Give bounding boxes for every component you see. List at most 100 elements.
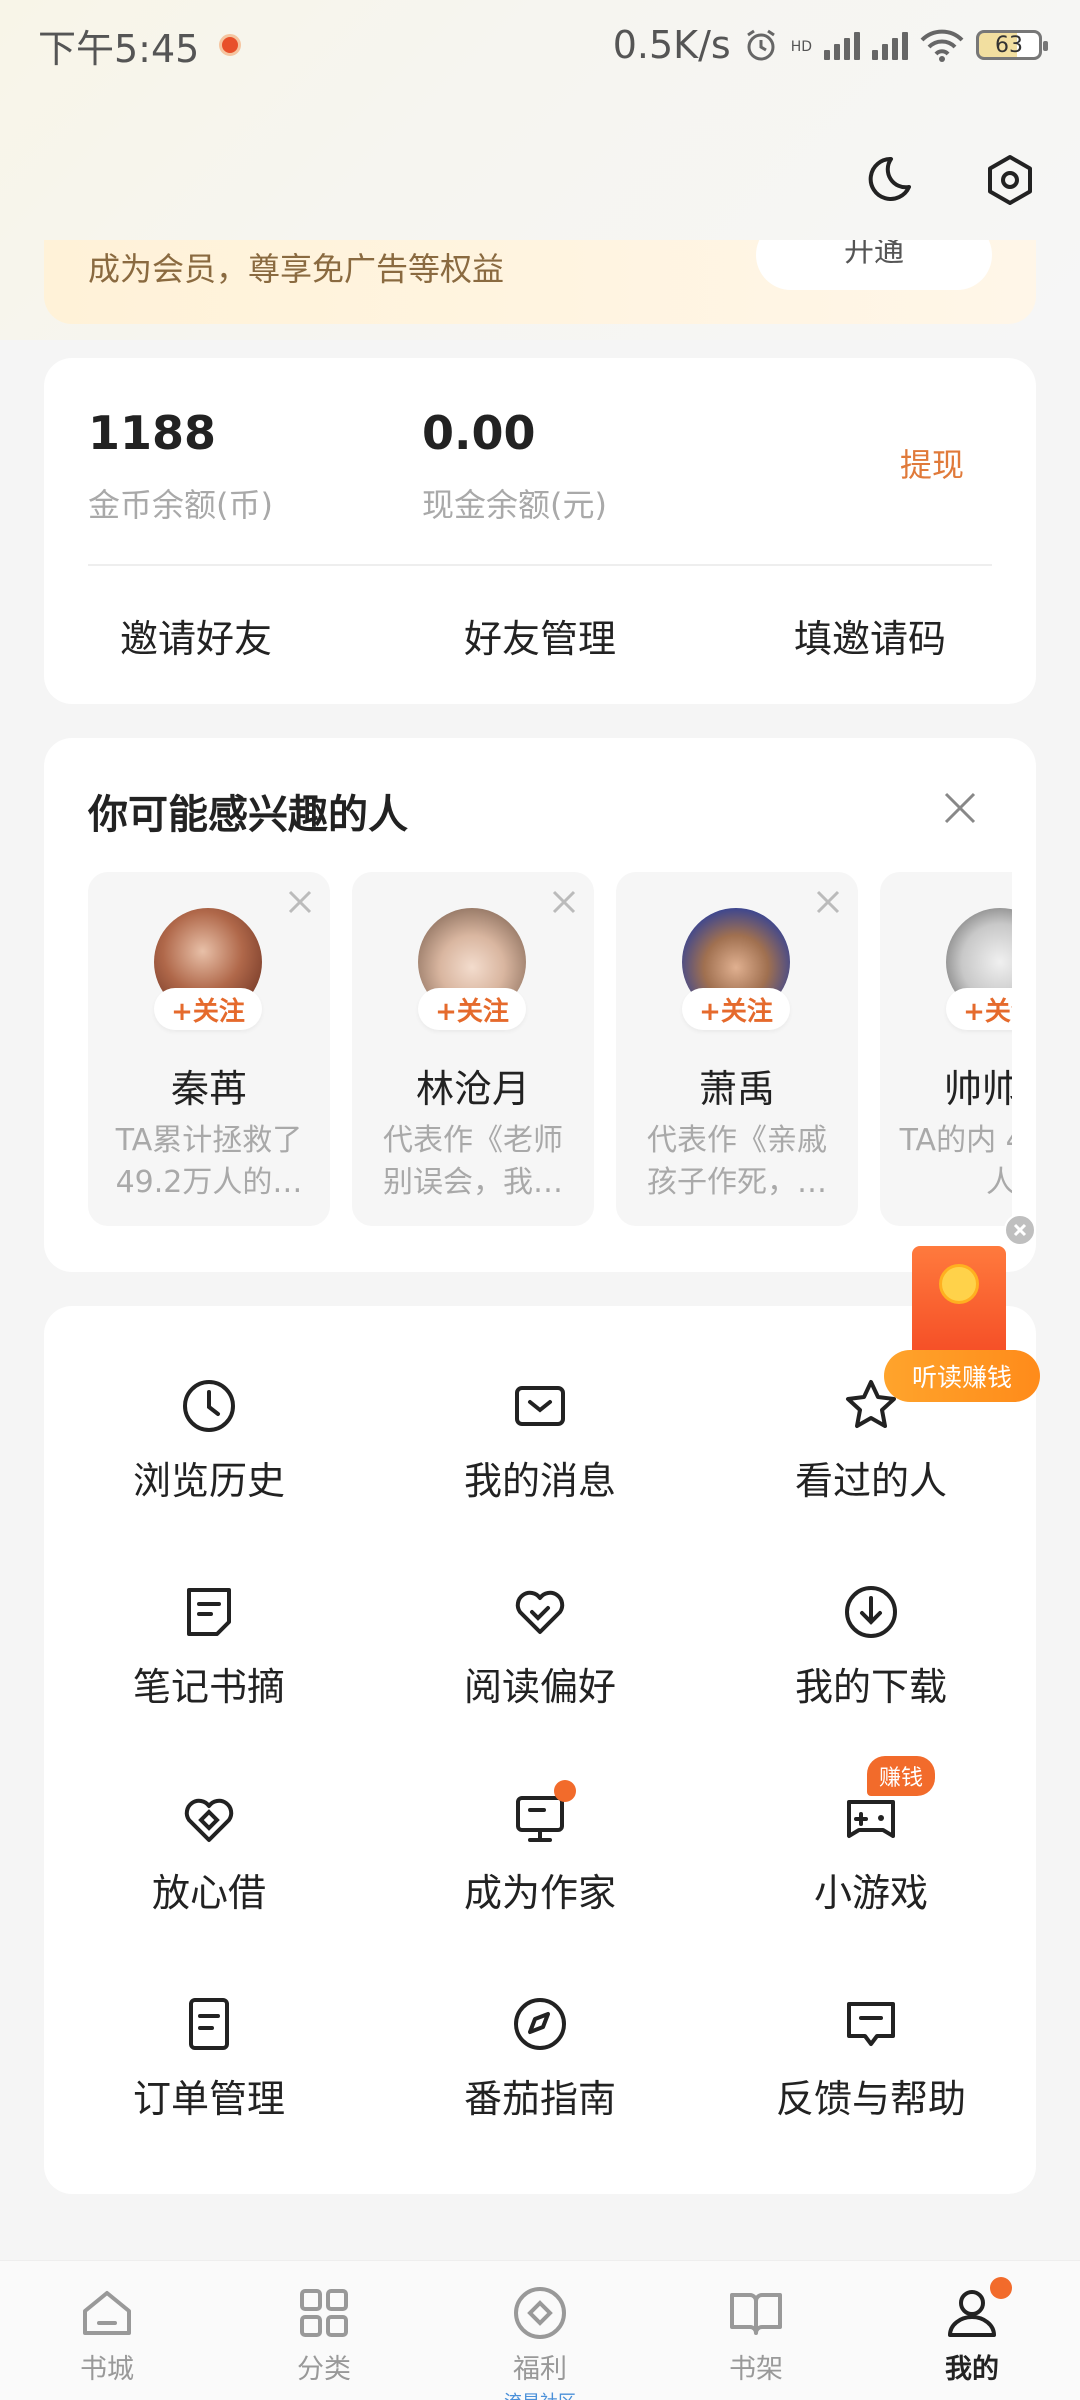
menu-item-mini-games[interactable]: 赚钱 小游戏 xyxy=(706,1756,1036,1917)
tab-label: 我的 xyxy=(945,2354,999,2385)
menu-item-label: 小游戏 xyxy=(813,1871,928,1915)
people-carousel[interactable]: +关注 秦苒 TA累计拯救了49.2万人的… +关注 林沧月 代表作《老师别误会… xyxy=(88,872,1012,1232)
enter-invite-code-button[interactable]: 填邀请码 xyxy=(720,608,1020,663)
red-envelope-icon xyxy=(912,1246,1006,1366)
menu-item-loan[interactable]: 放心借 xyxy=(44,1788,374,1917)
menu-item-become-writer[interactable]: 成为作家 xyxy=(375,1780,705,1917)
person-card[interactable]: +关注 萧禹 代表作《亲戚孩子作死，… xyxy=(616,872,858,1226)
tab-mine[interactable]: 我的 xyxy=(897,2277,1047,2386)
person-name: 秦苒 xyxy=(170,1067,247,1111)
signal-icon-2 xyxy=(872,30,908,60)
coin-icon xyxy=(510,2283,570,2343)
person-card[interactable]: +关注 秦苒 TA累计拯救了49.2万人的… xyxy=(88,872,330,1226)
menu-item-label: 成为作家 xyxy=(463,1871,616,1915)
tab-category[interactable]: 分类 xyxy=(249,2283,399,2386)
menu-item-downloads[interactable]: 我的下载 xyxy=(706,1582,1036,1711)
bottom-tab-bar: 书城 分类 福利 流星社区 书架 我的 xyxy=(0,2260,1080,2400)
tab-bookstore[interactable]: 书城 xyxy=(32,2283,182,2386)
menu-item-label: 放心借 xyxy=(151,1871,266,1915)
follow-button[interactable]: +关注 xyxy=(418,988,526,1030)
note-icon xyxy=(179,1582,239,1642)
app-notification-icon xyxy=(219,34,242,56)
suggested-people-card: 你可能感兴趣的人 +关注 秦苒 TA累计拯救了49.2万人的… +关注 林沧月 … xyxy=(44,738,1036,1272)
status-right: 0.5K/s HD 63 xyxy=(612,23,1048,67)
order-icon xyxy=(179,1994,239,2054)
dismiss-icon[interactable] xyxy=(286,888,314,916)
alarm-icon xyxy=(746,29,775,61)
menu-item-label: 我的消息 xyxy=(463,1459,616,1503)
settings-icon[interactable] xyxy=(980,150,1040,210)
person-desc: TA累计拯救了49.2万人的… xyxy=(115,1123,303,1200)
tab-welfare[interactable]: 福利 流星社区 xyxy=(465,2283,615,2400)
wallet-card: 1188 金币余额(币) 0.00 现金余额(元) 提现 邀请好友 好友管理 填… xyxy=(44,358,1036,704)
menu-item-notes[interactable]: 笔记书摘 xyxy=(44,1582,374,1711)
header-actions xyxy=(858,150,1040,210)
menu-item-guide[interactable]: 番茄指南 xyxy=(375,1994,705,2123)
tab-label: 分类 xyxy=(297,2354,351,2385)
cash-balance-label: 现金余额(元) xyxy=(422,486,607,524)
person-name: 萧禹 xyxy=(698,1067,775,1111)
cash-balance-value[interactable]: 0.00 xyxy=(422,406,536,460)
listen-earn-label[interactable]: 听读赚钱 xyxy=(884,1350,1040,1402)
dismiss-icon[interactable] xyxy=(550,888,578,916)
menu-item-reading-pref[interactable]: 阅读偏好 xyxy=(375,1582,705,1711)
message-icon xyxy=(510,1376,570,1436)
network-speed: 0.5K/s xyxy=(612,23,731,67)
withdraw-link[interactable]: 提现 xyxy=(900,440,964,486)
monitor-icon xyxy=(510,1780,576,1848)
person-desc: 代表作《亲戚孩子作死，… xyxy=(647,1123,827,1200)
hd-indicator: HD xyxy=(790,39,812,55)
status-bar: 下午5:45 0.5K/s HD 63 xyxy=(0,0,1080,90)
menu-item-messages[interactable]: 我的消息 xyxy=(375,1376,705,1505)
person-name: 林沧月 xyxy=(415,1067,530,1111)
tools-menu-card: 浏览历史 我的消息 看过的人 笔记书摘 阅读偏好 我的下载 放心借 成为作家 赚… xyxy=(44,1306,1036,2194)
follow-button[interactable]: +关注 xyxy=(682,988,790,1030)
notification-dot xyxy=(990,2277,1012,2299)
home-icon xyxy=(77,2283,137,2343)
tab-bookshelf[interactable]: 书架 xyxy=(681,2283,831,2386)
tab-label: 书城 xyxy=(80,2354,134,2385)
battery-icon: 63 xyxy=(976,30,1048,60)
tab-sublabel: 流星社区 xyxy=(465,2388,615,2400)
grid-icon xyxy=(294,2283,354,2343)
dismiss-icon[interactable] xyxy=(814,888,842,916)
coin-balance-value[interactable]: 1188 xyxy=(88,406,216,460)
listen-earn-float[interactable]: 听读赚钱 xyxy=(884,1210,1040,1410)
person-card[interactable]: +关注 林沧月 代表作《老师别误会，我… xyxy=(352,872,594,1226)
tab-label: 福利 xyxy=(513,2354,567,2385)
follow-button[interactable]: +关注 xyxy=(946,988,1012,1030)
menu-item-label: 我的下载 xyxy=(794,1665,947,1709)
close-icon[interactable] xyxy=(1004,1214,1036,1246)
earn-badge: 赚钱 xyxy=(867,1756,936,1796)
menu-item-label: 看过的人 xyxy=(794,1459,947,1503)
menu-item-label: 浏览历史 xyxy=(132,1459,285,1503)
invite-friends-button[interactable]: 邀请好友 xyxy=(46,608,346,663)
section-title: 你可能感兴趣的人 xyxy=(88,792,408,838)
close-icon[interactable] xyxy=(940,788,980,828)
person-card[interactable]: +关注 帅帅的 TA的内 43.5万人 xyxy=(880,872,1012,1226)
follow-button[interactable]: +关注 xyxy=(154,988,262,1030)
menu-item-label: 笔记书摘 xyxy=(132,1665,285,1709)
heart-check-icon xyxy=(510,1582,570,1642)
menu-item-label: 阅读偏好 xyxy=(463,1665,616,1709)
person-name: 帅帅的 xyxy=(943,1067,1012,1111)
user-icon xyxy=(942,2277,1012,2343)
feedback-icon xyxy=(841,1994,901,2054)
compass-icon xyxy=(510,1994,570,2054)
signal-icon xyxy=(824,30,860,60)
vip-banner[interactable]: 成为会员，尊享免广告等权益 开通 xyxy=(44,240,1036,324)
vip-open-button[interactable]: 开通 xyxy=(756,240,992,290)
person-desc: 代表作《老师别误会，我… xyxy=(383,1123,563,1200)
book-icon xyxy=(726,2283,786,2343)
menu-item-history[interactable]: 浏览历史 xyxy=(44,1376,374,1505)
gamepad-icon: 赚钱 xyxy=(841,1756,936,1848)
menu-item-feedback[interactable]: 反馈与帮助 xyxy=(706,1994,1036,2123)
menu-item-orders[interactable]: 订单管理 xyxy=(44,1994,374,2123)
night-mode-icon[interactable] xyxy=(858,150,918,210)
coin-icon xyxy=(939,1264,979,1304)
friend-manage-button[interactable]: 好友管理 xyxy=(390,608,690,663)
divider xyxy=(88,564,992,566)
wifi-icon xyxy=(920,29,964,62)
tab-label: 书架 xyxy=(729,2354,783,2385)
menu-item-label: 番茄指南 xyxy=(463,2077,616,2121)
